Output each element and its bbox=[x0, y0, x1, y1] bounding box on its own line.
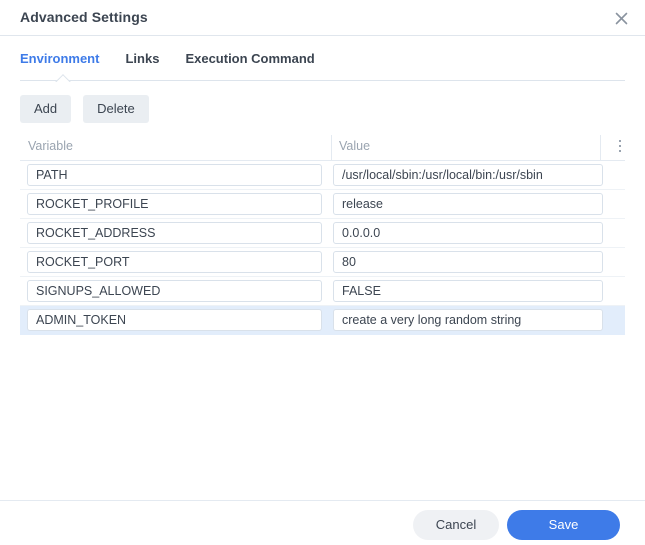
tab-execution-command[interactable]: Execution Command bbox=[185, 51, 314, 66]
column-divider-right bbox=[600, 135, 601, 160]
value-input[interactable] bbox=[333, 164, 603, 186]
variable-input[interactable] bbox=[27, 193, 322, 215]
tab-links[interactable]: Links bbox=[125, 51, 159, 66]
tab-bar: Environment Links Execution Command bbox=[0, 36, 645, 82]
value-input[interactable] bbox=[333, 222, 603, 244]
cancel-button[interactable]: Cancel bbox=[413, 510, 499, 540]
column-header-value: Value bbox=[339, 139, 371, 153]
table-toolbar: Add Delete bbox=[20, 95, 149, 123]
value-input[interactable] bbox=[333, 309, 603, 331]
value-input[interactable] bbox=[333, 193, 603, 215]
table-row[interactable] bbox=[20, 248, 625, 277]
tab-environment[interactable]: Environment bbox=[20, 51, 99, 66]
tab-execution-command-label: Execution Command bbox=[185, 50, 315, 66]
table-row[interactable] bbox=[20, 219, 625, 248]
variable-input[interactable] bbox=[27, 280, 322, 302]
active-tab-indicator-icon bbox=[53, 73, 73, 82]
dialog-footer: Cancel Save bbox=[0, 501, 645, 545]
add-button[interactable]: Add bbox=[20, 95, 72, 123]
table-row[interactable] bbox=[20, 306, 625, 335]
dialog-title: Advanced Settings bbox=[20, 9, 148, 25]
variable-input[interactable] bbox=[27, 164, 322, 186]
dialog-titlebar: Advanced Settings bbox=[0, 0, 645, 36]
value-input[interactable] bbox=[333, 251, 603, 273]
table-row[interactable] bbox=[20, 161, 625, 190]
tab-bar-divider bbox=[20, 80, 625, 81]
tab-links-label: Links bbox=[125, 50, 160, 66]
value-input[interactable] bbox=[333, 280, 603, 302]
save-button[interactable]: Save bbox=[507, 510, 620, 540]
table-row[interactable] bbox=[20, 190, 625, 219]
tab-environment-label: Environment bbox=[20, 50, 100, 66]
column-header-variable: Variable bbox=[28, 139, 73, 153]
column-divider bbox=[331, 135, 332, 160]
variable-input[interactable] bbox=[27, 251, 322, 273]
close-icon[interactable] bbox=[609, 6, 633, 30]
table-header-row: Variable Value bbox=[20, 133, 625, 161]
table-row[interactable] bbox=[20, 277, 625, 306]
delete-button[interactable]: Delete bbox=[83, 95, 149, 123]
kebab-menu-icon[interactable] bbox=[613, 140, 627, 156]
variable-input[interactable] bbox=[27, 309, 322, 331]
environment-variables-table: Variable Value bbox=[20, 133, 625, 335]
variable-input[interactable] bbox=[27, 222, 322, 244]
